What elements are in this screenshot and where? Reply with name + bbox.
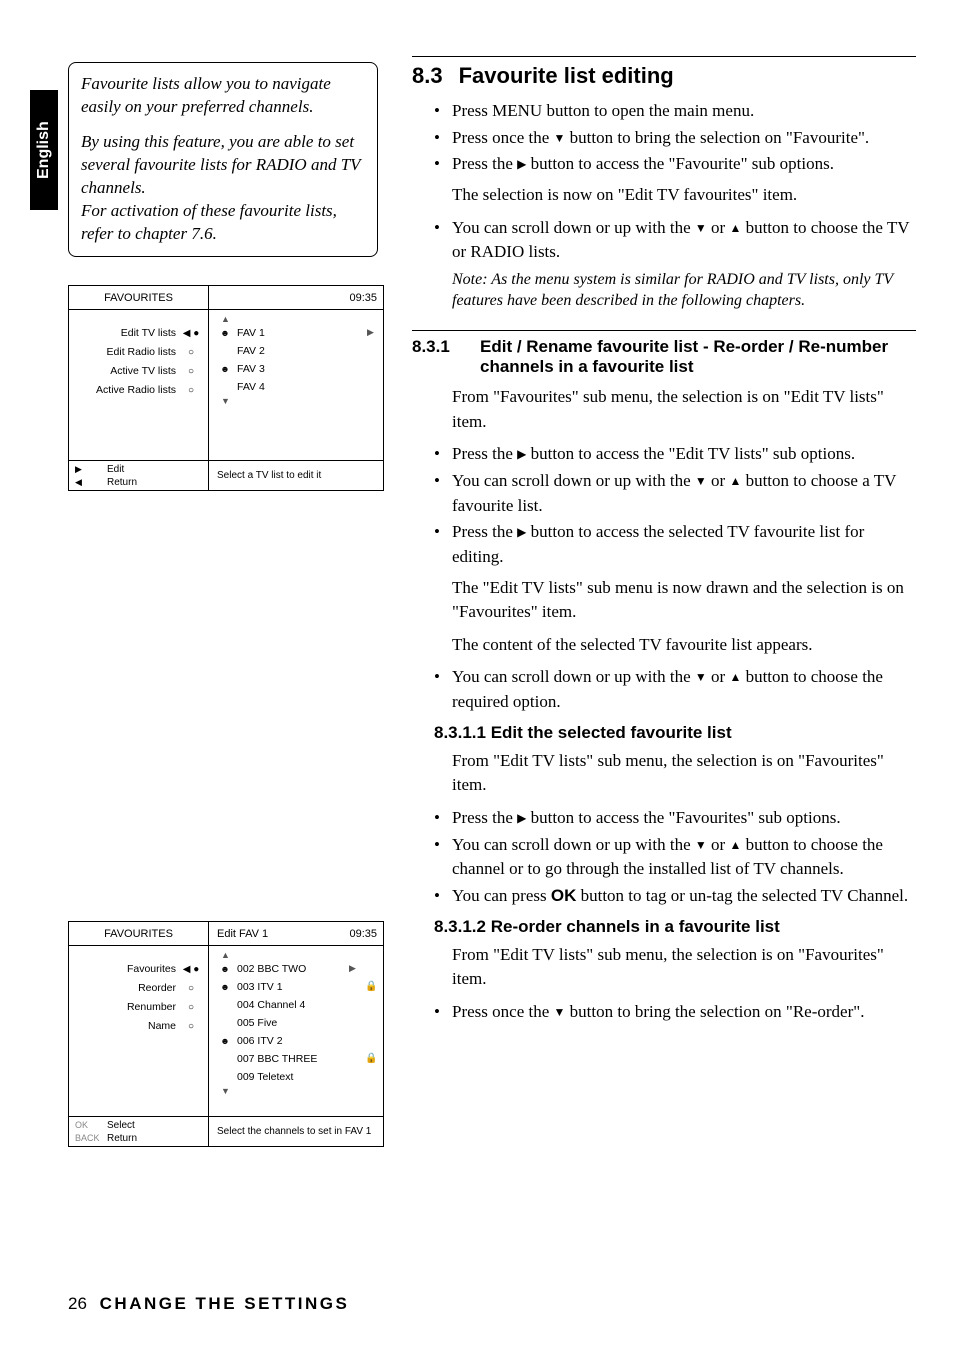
list-item: Press the ▶ button to access the selecte… [434, 520, 916, 569]
list-item: Press the ▶ button to access the "Favour… [434, 806, 916, 831]
body-text: The content of the selected TV favourite… [412, 633, 916, 658]
scroll-down-icon: ▼ [215, 396, 377, 406]
down-icon: ▼ [695, 669, 707, 686]
list-item: You can scroll down or up with the ▼ or … [434, 216, 916, 265]
footer-title: CHANGE THE SETTINGS [100, 1294, 350, 1313]
list-item: You can scroll down or up with the ▼ or … [434, 665, 916, 714]
osd1-left-item: Active Radio lists○ [75, 381, 202, 400]
osd1-left-item: Active TV lists○ [75, 362, 202, 381]
body-text: From "Edit TV lists" sub menu, the selec… [412, 943, 916, 992]
body-text: The selection is now on "Edit TV favouri… [412, 183, 916, 208]
list-item: You can scroll down or up with the ▼ or … [434, 469, 916, 518]
intro-p2: By using this feature, you are able to s… [81, 131, 365, 200]
section-heading-8312: 8.3.1.2 Re-order channels in a favourite… [434, 917, 916, 937]
intro-p1: Favourite lists allow you to navigate ea… [81, 73, 365, 119]
list-item: Press the ▶ button to access the "Favour… [434, 152, 916, 177]
osd2-footer-hint: Select the channels to set in FAV 1 [209, 1117, 383, 1146]
osd1-right-item: ☻FAV 1▶ [215, 324, 377, 342]
down-icon: ▼ [554, 1004, 566, 1021]
down-icon: ▼ [695, 837, 707, 854]
list-item: You can scroll down or up with the ▼ or … [434, 833, 916, 882]
up-icon: ▲ [729, 837, 741, 854]
osd2-title: FAVOURITES [69, 922, 209, 945]
osd1-right-item: ☻FAV 3 [215, 360, 377, 378]
osd2-right-item: ☻002 BBC TWO▶ [215, 960, 377, 978]
osd1-footer-hint: Select a TV list to edit it [209, 461, 383, 490]
down-icon: ▼ [554, 130, 566, 147]
body-text: The "Edit TV lists" sub menu is now draw… [412, 576, 916, 625]
osd1-right-item: FAV 2 [215, 342, 377, 360]
lock-icon: 🔒 [365, 981, 377, 992]
down-icon: ▼ [695, 473, 707, 490]
osd2-left-item: Reorder○ [75, 979, 202, 998]
page-number: 26 [68, 1294, 87, 1313]
body-text: From "Favourites" sub menu, the selectio… [412, 385, 916, 434]
osd1-right-item: FAV 4 [215, 378, 377, 396]
osd-favourites-1: FAVOURITES 09:35 Edit TV lists◀ ● Edit R… [68, 285, 384, 491]
osd2-left-item: Renumber○ [75, 998, 202, 1017]
list-item: Press once the ▼ button to bring the sel… [434, 1000, 916, 1025]
left-column: Favourite lists allow you to navigate ea… [68, 62, 380, 1147]
list-item: Press once the ▼ button to bring the sel… [434, 126, 916, 151]
osd1-left-item: Edit Radio lists○ [75, 343, 202, 362]
osd2-right-item: 009 Teletext [215, 1068, 377, 1086]
intro-p3: For activation of these favourite lists,… [81, 200, 365, 246]
osd2-right-item: ☻003 ITV 1🔒 [215, 978, 377, 996]
osd2-right-item: 005 Five [215, 1014, 377, 1032]
scroll-down-icon: ▼ [215, 1086, 377, 1096]
osd1-title: FAVOURITES [69, 286, 209, 309]
osd2-time: 09:35 [343, 922, 383, 945]
up-icon: ▲ [729, 473, 741, 490]
osd2-right-item: 004 Channel 4 [215, 996, 377, 1014]
osd1-time: 09:35 [343, 286, 383, 309]
osd2-mid: Edit FAV 1 [209, 922, 343, 945]
note-text: Note: As the menu system is similar for … [412, 269, 916, 312]
list-item: Press MENU button to open the main menu. [434, 99, 916, 124]
up-icon: ▲ [729, 669, 741, 686]
intro-box: Favourite lists allow you to navigate ea… [68, 62, 378, 257]
body-text: From "Edit TV lists" sub menu, the selec… [412, 749, 916, 798]
osd1-left-item: Edit TV lists◀ ● [75, 324, 202, 343]
page-footer: 26 CHANGE THE SETTINGS [68, 1294, 349, 1314]
main-content: 8.3Favourite list editing Press MENU but… [412, 56, 916, 1028]
scroll-up-icon: ▲ [215, 314, 377, 324]
section-heading-831: 8.3.1Edit / Rename favourite list - Re-o… [412, 337, 916, 377]
osd2-right-item: ☻006 ITV 2 [215, 1032, 377, 1050]
down-icon: ▼ [695, 220, 707, 237]
list-item: Press the ▶ button to access the "Edit T… [434, 442, 916, 467]
osd2-left-item: Name○ [75, 1017, 202, 1036]
osd2-right-item: 007 BBC THREE🔒 [215, 1050, 377, 1068]
osd2-left-item: Favourites◀ ● [75, 960, 202, 979]
section-heading-83: 8.3Favourite list editing [412, 63, 916, 89]
scroll-up-icon: ▲ [215, 950, 377, 960]
language-tab: English [30, 90, 58, 210]
list-item: You can press OK button to tag or un-tag… [434, 884, 916, 909]
osd-favourites-2: FAVOURITES Edit FAV 1 09:35 Favourites◀ … [68, 921, 384, 1147]
up-icon: ▲ [729, 220, 741, 237]
lock-icon: 🔒 [365, 1053, 377, 1064]
section-heading-8311: 8.3.1.1 Edit the selected favourite list [434, 723, 916, 743]
